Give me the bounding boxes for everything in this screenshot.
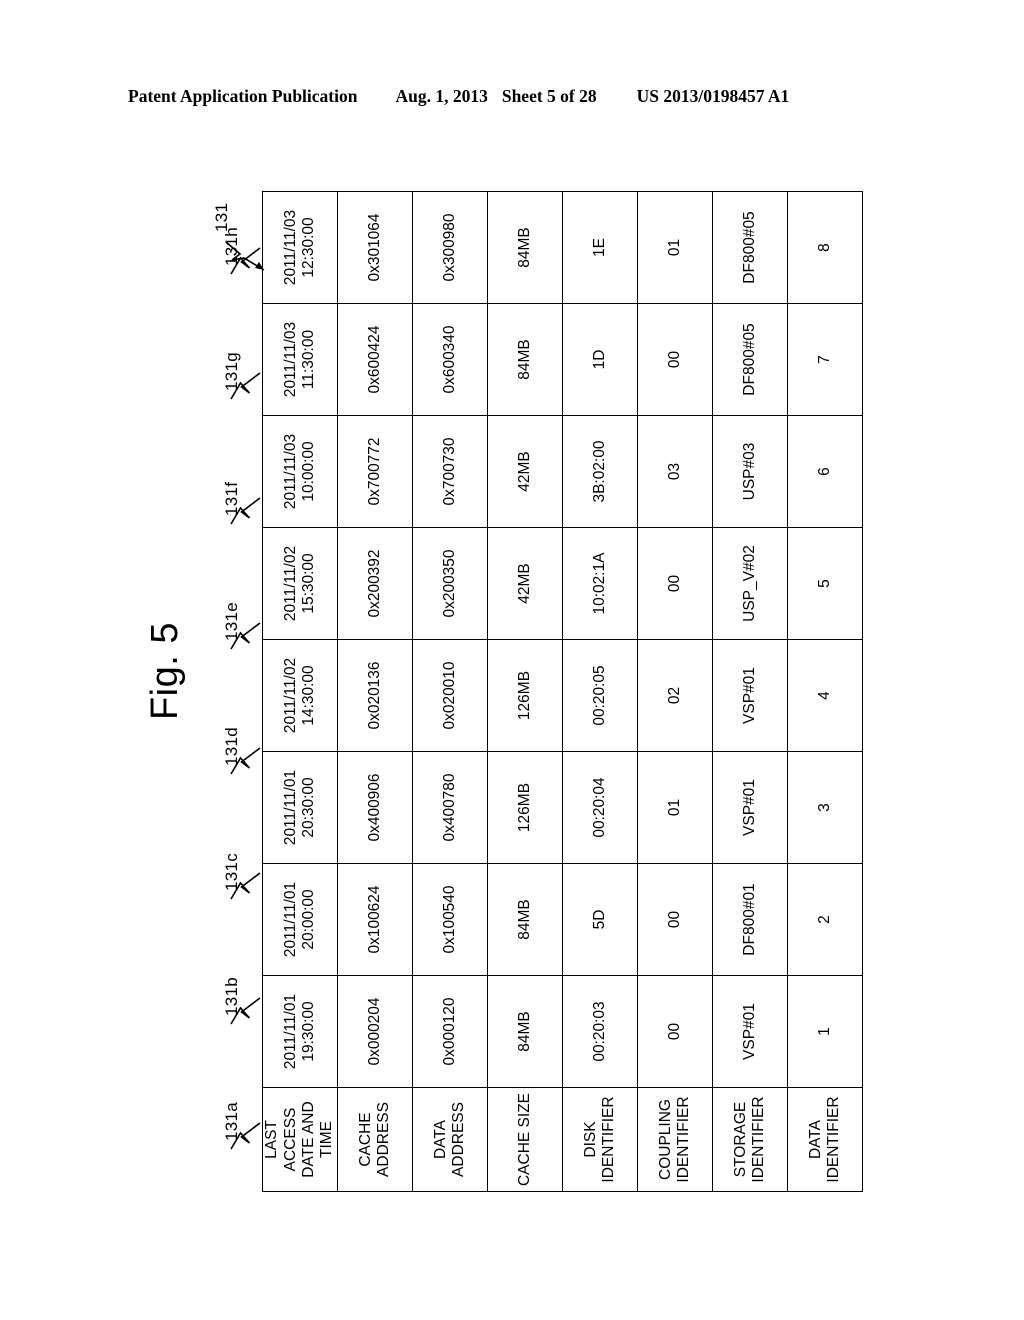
cell-last_access-row6: 2011/11/03 10:00:00 bbox=[262, 415, 338, 528]
cell-cache_address-row2: 0x100624 bbox=[337, 863, 413, 976]
cell-last_access-row8: 2011/11/03 12:30:00 bbox=[262, 191, 338, 304]
cell-data_address-row1: 0x000120 bbox=[412, 975, 488, 1088]
cell-coupling_identifier-row7: 00 bbox=[637, 303, 713, 416]
cell-cache_size-row5: 42MB bbox=[487, 527, 563, 640]
cell-coupling_identifier-row1: 00 bbox=[637, 975, 713, 1088]
column-header-131b: STORAGE IDENTIFIER bbox=[712, 1087, 788, 1192]
cell-data_identifier-row2: 2 bbox=[787, 863, 863, 976]
cell-data_identifier-row8: 8 bbox=[787, 191, 863, 304]
cell-storage_identifier-row4: VSP#01 bbox=[712, 639, 788, 752]
cell-cache_size-row3: 126MB bbox=[487, 751, 563, 864]
cell-data_identifier-row7: 7 bbox=[787, 303, 863, 416]
column-header-131a: DATA IDENTIFIER bbox=[787, 1087, 863, 1192]
cell-last_access-row1: 2011/11/01 19:30:00 bbox=[262, 975, 338, 1088]
cell-coupling_identifier-row6: 03 bbox=[637, 415, 713, 528]
cell-data_address-row6: 0x700730 bbox=[412, 415, 488, 528]
cell-disk_identifier-row6: 3B:02:00 bbox=[562, 415, 638, 528]
cell-data_address-row3: 0x400780 bbox=[412, 751, 488, 864]
table-column-131g: CACHE ADDRESS 0x000204 0x100624 0x400906 0x0… bbox=[337, 191, 413, 1192]
cell-data_address-row8: 0x300980 bbox=[412, 191, 488, 304]
cell-disk_identifier-row3: 00:20:04 bbox=[562, 751, 638, 864]
cell-coupling_identifier-row5: 00 bbox=[637, 527, 713, 640]
cell-cache_address-row7: 0x600424 bbox=[337, 303, 413, 416]
figure-title: Fig. 5 bbox=[144, 621, 186, 721]
cell-coupling_identifier-row8: 01 bbox=[637, 191, 713, 304]
cell-cache_size-row4: 126MB bbox=[487, 639, 563, 752]
cell-storage_identifier-row2: DF800#01 bbox=[712, 863, 788, 976]
cell-storage_identifier-row5: USP_V#02 bbox=[712, 527, 788, 640]
cell-last_access-row3: 2011/11/01 20:30:00 bbox=[262, 751, 338, 864]
cell-storage_identifier-row3: VSP#01 bbox=[712, 751, 788, 864]
cell-disk_identifier-row7: 1D bbox=[562, 303, 638, 416]
table-column-131b: STORAGE IDENTIFIER VSP#01 DF800#01 VSP#01 VS… bbox=[712, 191, 788, 1192]
reference-numeral-131d: 131d bbox=[222, 726, 241, 766]
cell-cache_address-row4: 0x020136 bbox=[337, 639, 413, 752]
reference-numeral-table: 131 bbox=[212, 202, 231, 232]
cell-data_address-row4: 0x020010 bbox=[412, 639, 488, 752]
column-header-131c: COUPLING IDENTIFIER bbox=[637, 1087, 713, 1192]
cell-cache_size-row7: 84MB bbox=[487, 303, 563, 416]
table-column-131a: DATA IDENTIFIER 1 2 3 4 5 6 7 8 bbox=[787, 191, 863, 1192]
table-column-131e: CACHE SIZE 84MB 84MB 126MB 126MB 42MB 42MB 84MB… bbox=[487, 191, 563, 1192]
cell-storage_identifier-row1: VSP#01 bbox=[712, 975, 788, 1088]
reference-numeral-131g: 131g bbox=[222, 351, 241, 391]
cell-storage_identifier-row7: DF800#05 bbox=[712, 303, 788, 416]
cell-storage_identifier-row6: USP#03 bbox=[712, 415, 788, 528]
cell-data_identifier-row6: 6 bbox=[787, 415, 863, 528]
patent-number: US 2013/0198457 A1 bbox=[636, 86, 790, 106]
cell-data_address-row7: 0x600340 bbox=[412, 303, 488, 416]
cell-cache_address-row8: 0x301064 bbox=[337, 191, 413, 304]
page-header: Patent Application Publication Aug. 1, 2… bbox=[128, 86, 896, 112]
cell-disk_identifier-row4: 00:20:05 bbox=[562, 639, 638, 752]
cell-cache_size-row6: 42MB bbox=[487, 415, 563, 528]
table-column-131h: LAST ACCESS DATE AND TIME 2011/11/01 19:3… bbox=[262, 191, 338, 1192]
cell-last_access-row7: 2011/11/03 11:30:00 bbox=[262, 303, 338, 416]
reference-numeral-131a: 131a bbox=[222, 1101, 241, 1141]
table-column-131f: DATA ADDRESS 0x000120 0x100540 0x400780 0x02… bbox=[412, 191, 488, 1192]
cell-data_address-row2: 0x100540 bbox=[412, 863, 488, 976]
publication-label: Patent Application Publication bbox=[128, 86, 358, 106]
reference-numeral-131f: 131f bbox=[222, 481, 241, 516]
column-header-131h: LAST ACCESS DATE AND TIME bbox=[262, 1087, 338, 1192]
cell-data_identifier-row4: 4 bbox=[787, 639, 863, 752]
cell-coupling_identifier-row3: 01 bbox=[637, 751, 713, 864]
cell-disk_identifier-row1: 00:20:03 bbox=[562, 975, 638, 1088]
cell-cache_address-row3: 0x400906 bbox=[337, 751, 413, 864]
column-header-131g: CACHE ADDRESS bbox=[337, 1087, 413, 1192]
cell-last_access-row2: 2011/11/01 20:00:00 bbox=[262, 863, 338, 976]
cell-cache_address-row6: 0x700772 bbox=[337, 415, 413, 528]
cell-cache_size-row1: 84MB bbox=[487, 975, 563, 1088]
cell-cache_size-row8: 84MB bbox=[487, 191, 563, 304]
table-column-131c: COUPLING IDENTIFIER 00 00 01 02 00 03 00 01 bbox=[637, 191, 713, 1192]
cell-disk_identifier-row5: 10:02:1A bbox=[562, 527, 638, 640]
cell-disk_identifier-row8: 1E bbox=[562, 191, 638, 304]
cell-data_identifier-row3: 3 bbox=[787, 751, 863, 864]
cell-disk_identifier-row2: 5D bbox=[562, 863, 638, 976]
column-header-131e: CACHE SIZE bbox=[487, 1087, 563, 1192]
reference-numeral-131b: 131b bbox=[222, 976, 241, 1016]
table-column-131d: DISK IDENTIFIER 00:20:03 5D 00:20:04 00:20:0… bbox=[562, 191, 638, 1192]
cell-last_access-row5: 2011/11/02 15:30:00 bbox=[262, 527, 338, 640]
publication-date: Aug. 1, 2013 bbox=[395, 86, 488, 106]
cell-data_identifier-row1: 1 bbox=[787, 975, 863, 1088]
cache-management-table: LAST ACCESS DATE AND TIME 2011/11/01 19:3… bbox=[262, 191, 863, 1192]
reference-numeral-131h: 131h bbox=[222, 226, 241, 266]
column-header-131f: DATA ADDRESS bbox=[412, 1087, 488, 1192]
cell-cache_size-row2: 84MB bbox=[487, 863, 563, 976]
table-grid: LAST ACCESS DATE AND TIME 2011/11/01 19:3… bbox=[262, 191, 863, 1192]
cell-last_access-row4: 2011/11/02 14:30:00 bbox=[262, 639, 338, 752]
cell-coupling_identifier-row4: 02 bbox=[637, 639, 713, 752]
cell-cache_address-row5: 0x200392 bbox=[337, 527, 413, 640]
sheet-number: Sheet 5 of 28 bbox=[501, 86, 597, 106]
cell-data_address-row5: 0x200350 bbox=[412, 527, 488, 640]
cell-cache_address-row1: 0x000204 bbox=[337, 975, 413, 1088]
cell-storage_identifier-row8: DF800#05 bbox=[712, 191, 788, 304]
reference-numeral-131e: 131e bbox=[222, 601, 241, 641]
column-header-131d: DISK IDENTIFIER bbox=[562, 1087, 638, 1192]
reference-numeral-131c: 131c bbox=[222, 852, 241, 891]
cell-coupling_identifier-row2: 00 bbox=[637, 863, 713, 976]
cell-data_identifier-row5: 5 bbox=[787, 527, 863, 640]
